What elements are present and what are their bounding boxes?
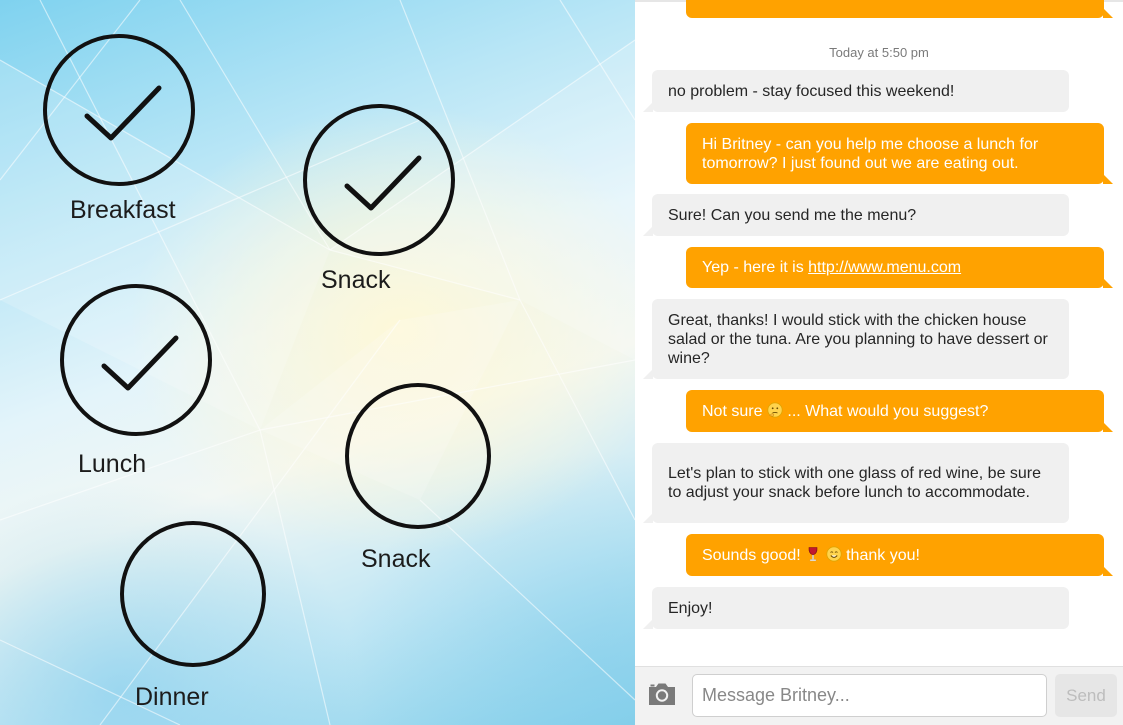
send-button[interactable]: Send [1055,674,1117,717]
meal-label-lunch: Lunch [78,450,147,478]
chat-panel: Today at 5:50 pm no problem - stay focus… [635,0,1123,725]
checkmark-icon [84,85,162,141]
message-text-part: thank you! [841,546,920,564]
meal-snack-2-circle[interactable] [345,383,491,529]
message-text: Not sure ... What would you suggest? [702,401,989,421]
message-incoming: no problem - stay focused this weekend! [643,70,1069,112]
thinking-face-icon [767,401,783,418]
message-text: Sounds good! thank you! [702,545,920,565]
message-previous-outgoing [686,0,1113,18]
message-outgoing: Not sure ... What would you suggest? [686,390,1113,432]
message-text: Sure! Can you send me the menu? [668,206,917,224]
message-outgoing: Hi Britney - can you help me choose a lu… [686,123,1113,184]
message-timestamp: Today at 5:50 pm [829,45,929,60]
menu-link[interactable]: http://www.menu.com [808,259,961,276]
message-outgoing: Sounds good! thank you! [686,534,1113,576]
message-incoming: Sure! Can you send me the menu? [643,194,1069,236]
checkmark-icon [101,335,179,391]
meal-label-dinner: Dinner [135,683,209,711]
message-text: Let's plan to stick with one glass of re… [668,465,1042,501]
message-incoming: Great, thanks! I would stick with the ch… [643,299,1069,379]
message-text-part: ... What would you suggest? [782,402,989,420]
message-incoming: Enjoy! [643,587,1069,629]
meal-breakfast-circle[interactable] [43,34,195,186]
meal-label-breakfast: Breakfast [70,196,176,224]
meal-dinner-circle[interactable] [120,521,266,667]
message-text: Great, thanks! I would stick with the ch… [668,311,1048,367]
smiling-face-icon [826,545,842,562]
message-outgoing: Yep - here it is http://www.menu.com [686,247,1113,288]
message-text-part: Yep - here it is [702,259,809,276]
meal-label-snack-1: Snack [321,266,391,294]
meal-tracker-panel: Breakfast Snack Lunch Snack Dinner [0,0,635,725]
message-text: Yep - here it is http://www.menu.com [702,258,961,277]
meal-label-snack-2: Snack [361,545,431,573]
checkmark-icon [344,155,422,211]
meal-snack-1-circle[interactable] [303,104,455,256]
message-input[interactable] [692,674,1047,717]
camera-icon[interactable] [647,680,677,708]
message-incoming: Let's plan to stick with one glass of re… [643,443,1069,523]
wine-glass-icon [808,546,818,561]
message-text: no problem - stay focused this weekend! [668,82,955,100]
message-composer: Send [635,666,1123,725]
message-text-part: Not sure [702,402,767,420]
meal-lunch-circle[interactable] [60,284,212,436]
message-text-part: Sounds good! [702,546,806,564]
message-text: Hi Britney - can you help me choose a lu… [702,135,1039,172]
message-text: Enjoy! [668,599,713,617]
